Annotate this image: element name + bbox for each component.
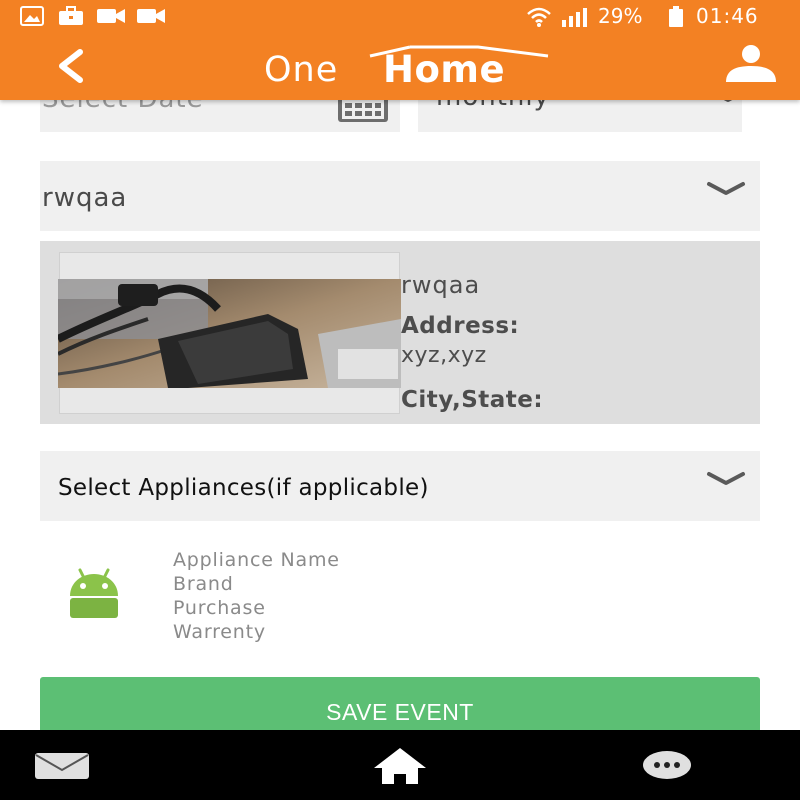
profile-icon[interactable]	[722, 44, 780, 84]
home-card: rwqaa Address: xyz,xyz City,State:	[40, 241, 760, 424]
briefcase-icon	[59, 6, 83, 25]
logo-text-one: One	[264, 50, 339, 90]
address-value: xyz,xyz	[401, 343, 487, 368]
address-label: Address:	[401, 313, 520, 339]
image-icon	[20, 6, 44, 26]
event-form: Select Date monthly rwqaa	[0, 0, 800, 730]
wifi-icon	[527, 7, 551, 27]
appliance-list-item[interactable]: Appliance Name Brand Purchase Warrenty	[40, 540, 760, 650]
chevron-down-icon	[707, 182, 745, 195]
mail-icon[interactable]	[34, 752, 90, 780]
android-icon	[70, 568, 118, 618]
bottom-nav-bar	[0, 730, 800, 800]
battery-icon	[669, 6, 683, 27]
appliance-placeholder: Select Appliances(if applicable)	[58, 475, 429, 501]
home-selected-value: rwqaa	[42, 183, 128, 213]
appliance-purchase-label: Purchase	[173, 597, 266, 619]
status-bar: 29% 01:46	[0, 0, 800, 32]
save-event-label: SAVE EVENT	[326, 699, 474, 725]
home-dropdown[interactable]: rwqaa	[40, 161, 760, 231]
appliance-name-label: Appliance Name	[173, 549, 340, 571]
back-arrow-icon[interactable]	[52, 48, 92, 84]
onehome-logo: One Home	[260, 44, 560, 91]
appliance-brand-label: Brand	[173, 573, 234, 595]
logo-text-home: Home	[383, 48, 506, 91]
video-icon	[97, 9, 125, 23]
status-time: 01:46	[696, 4, 759, 28]
appliance-dropdown[interactable]: Select Appliances(if applicable)	[40, 451, 760, 521]
signal-icon	[562, 8, 587, 27]
save-event-button[interactable]: SAVE EVENT	[40, 677, 760, 730]
chevron-down-icon	[707, 472, 745, 485]
battery-percent: 29%	[598, 4, 643, 28]
app-header: 29% 01:46 One Home	[0, 0, 800, 100]
home-photo	[58, 279, 401, 388]
more-icon[interactable]	[642, 750, 692, 780]
appliance-warranty-label: Warrenty	[173, 621, 266, 643]
home-icon[interactable]	[372, 746, 428, 786]
video-icon	[137, 9, 165, 23]
home-photo-frame	[58, 252, 401, 414]
home-name: rwqaa	[401, 271, 481, 299]
city-state-label: City,State:	[401, 387, 544, 413]
